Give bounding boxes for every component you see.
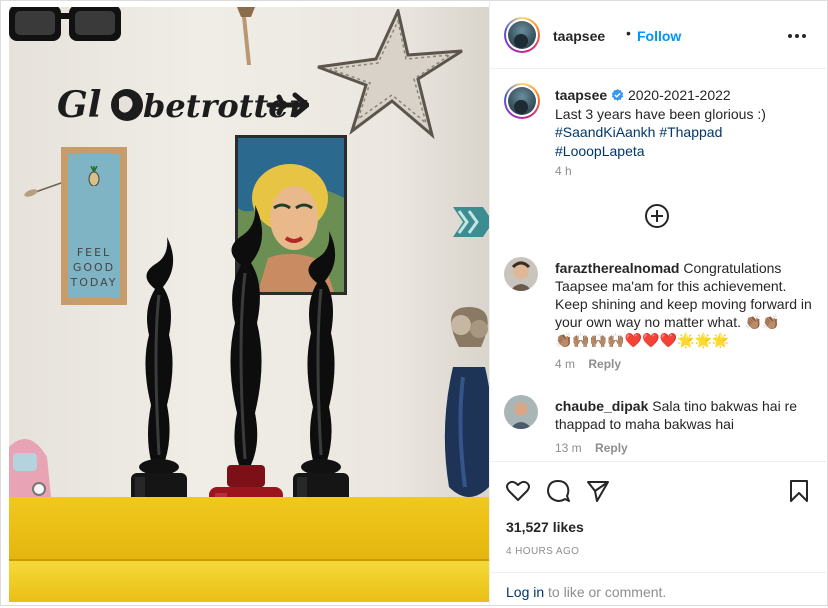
- caption-text: taapsee 2020-2021-2022 Last 3 years have…: [555, 86, 815, 160]
- hashtag-looplapeta[interactable]: #LooopLapeta: [555, 143, 645, 159]
- post-photo[interactable]: Gl betrotter FEEL GOOD TODAY: [9, 7, 489, 602]
- comment-text: chaube_dipak Sala tino bakwas hai re tha…: [555, 397, 815, 433]
- hashtag-saandkiaankh[interactable]: #SaandKiAankh: [555, 124, 655, 140]
- trophy-right: [293, 231, 349, 519]
- hashtag-thappad[interactable]: #Thappad: [659, 124, 722, 140]
- feel-good-frame: FEEL GOOD TODAY: [61, 147, 127, 305]
- comment-meta: 4 m Reply: [555, 357, 621, 371]
- post-side-panel: taapsee • Follow taapsee 2020-2021-2022: [489, 1, 828, 606]
- load-more-comments-icon[interactable]: [644, 203, 670, 229]
- comment-meta: 13 m Reply: [555, 441, 628, 455]
- login-prompt-text: Log in to like or comment.: [506, 584, 666, 600]
- commenter-username[interactable]: chaube_dipak: [555, 398, 648, 414]
- globetrotter-wall-sign: Gl betrotter: [57, 84, 309, 126]
- vase-decor: [444, 307, 489, 497]
- caption-line2: Last 3 years have been glorious :): [555, 105, 766, 122]
- arrow-decor: [453, 207, 489, 237]
- reply-button[interactable]: Reply: [595, 441, 628, 455]
- comment-icon[interactable]: [545, 478, 571, 504]
- comment-time[interactable]: 4 m: [555, 357, 575, 371]
- pineapple-icon: [88, 166, 100, 186]
- comment-time[interactable]: 13 m: [555, 441, 582, 455]
- commenter-username[interactable]: faraztherealnomad: [555, 260, 679, 276]
- comment-emojis-line2: 👏🏽🙌🏽🙌🏽🙌🏽❤️❤️❤️🌟🌟🌟: [555, 332, 730, 348]
- post-header: taapsee • Follow: [490, 1, 828, 69]
- trophy-center: [209, 205, 283, 537]
- comment-emojis-line1: 👏🏽👏🏽: [744, 314, 780, 330]
- author-avatar[interactable]: [504, 17, 540, 53]
- hanging-decor: [237, 7, 255, 65]
- caption-avatar[interactable]: [504, 83, 540, 119]
- verified-badge-icon: [611, 89, 624, 101]
- caption-line1: 2020-2021-2022: [627, 87, 731, 103]
- caption-timestamp[interactable]: 4 h: [555, 164, 572, 178]
- star-decor: [317, 9, 463, 139]
- post-actions: 31,527 likes 4 HOURS AGO Log in to like …: [490, 461, 828, 606]
- heart-icon[interactable]: [505, 478, 531, 504]
- more-options-icon[interactable]: [786, 25, 808, 47]
- frame-text: FEEL GOOD TODAY: [70, 246, 118, 289]
- login-link[interactable]: Log in: [506, 584, 544, 600]
- trophy-left: [131, 237, 187, 517]
- comment-text: faraztherealnomad Congratulations Taapse…: [555, 259, 815, 349]
- likes-count[interactable]: 31,527 likes: [506, 519, 584, 535]
- follow-button[interactable]: Follow: [637, 28, 681, 44]
- author-username[interactable]: taapsee: [553, 28, 605, 44]
- login-prompt: Log in to like or comment.: [490, 572, 828, 608]
- svg-text:Gl: Gl: [57, 84, 101, 126]
- commenter-avatar[interactable]: [504, 395, 538, 429]
- commenter-avatar[interactable]: [504, 257, 538, 291]
- sunglasses-decor: [9, 7, 121, 41]
- caption-username[interactable]: taapsee: [555, 87, 607, 103]
- share-icon[interactable]: [585, 478, 611, 504]
- login-suffix: to like or comment.: [544, 584, 667, 600]
- bookmark-icon[interactable]: [786, 478, 812, 504]
- header-separator: •: [626, 25, 631, 41]
- shelf-edge: [9, 559, 489, 602]
- instagram-post: Gl betrotter FEEL GOOD TODAY taapsee • F…: [0, 0, 828, 606]
- reply-button[interactable]: Reply: [588, 357, 621, 371]
- post-age[interactable]: 4 HOURS AGO: [506, 546, 579, 557]
